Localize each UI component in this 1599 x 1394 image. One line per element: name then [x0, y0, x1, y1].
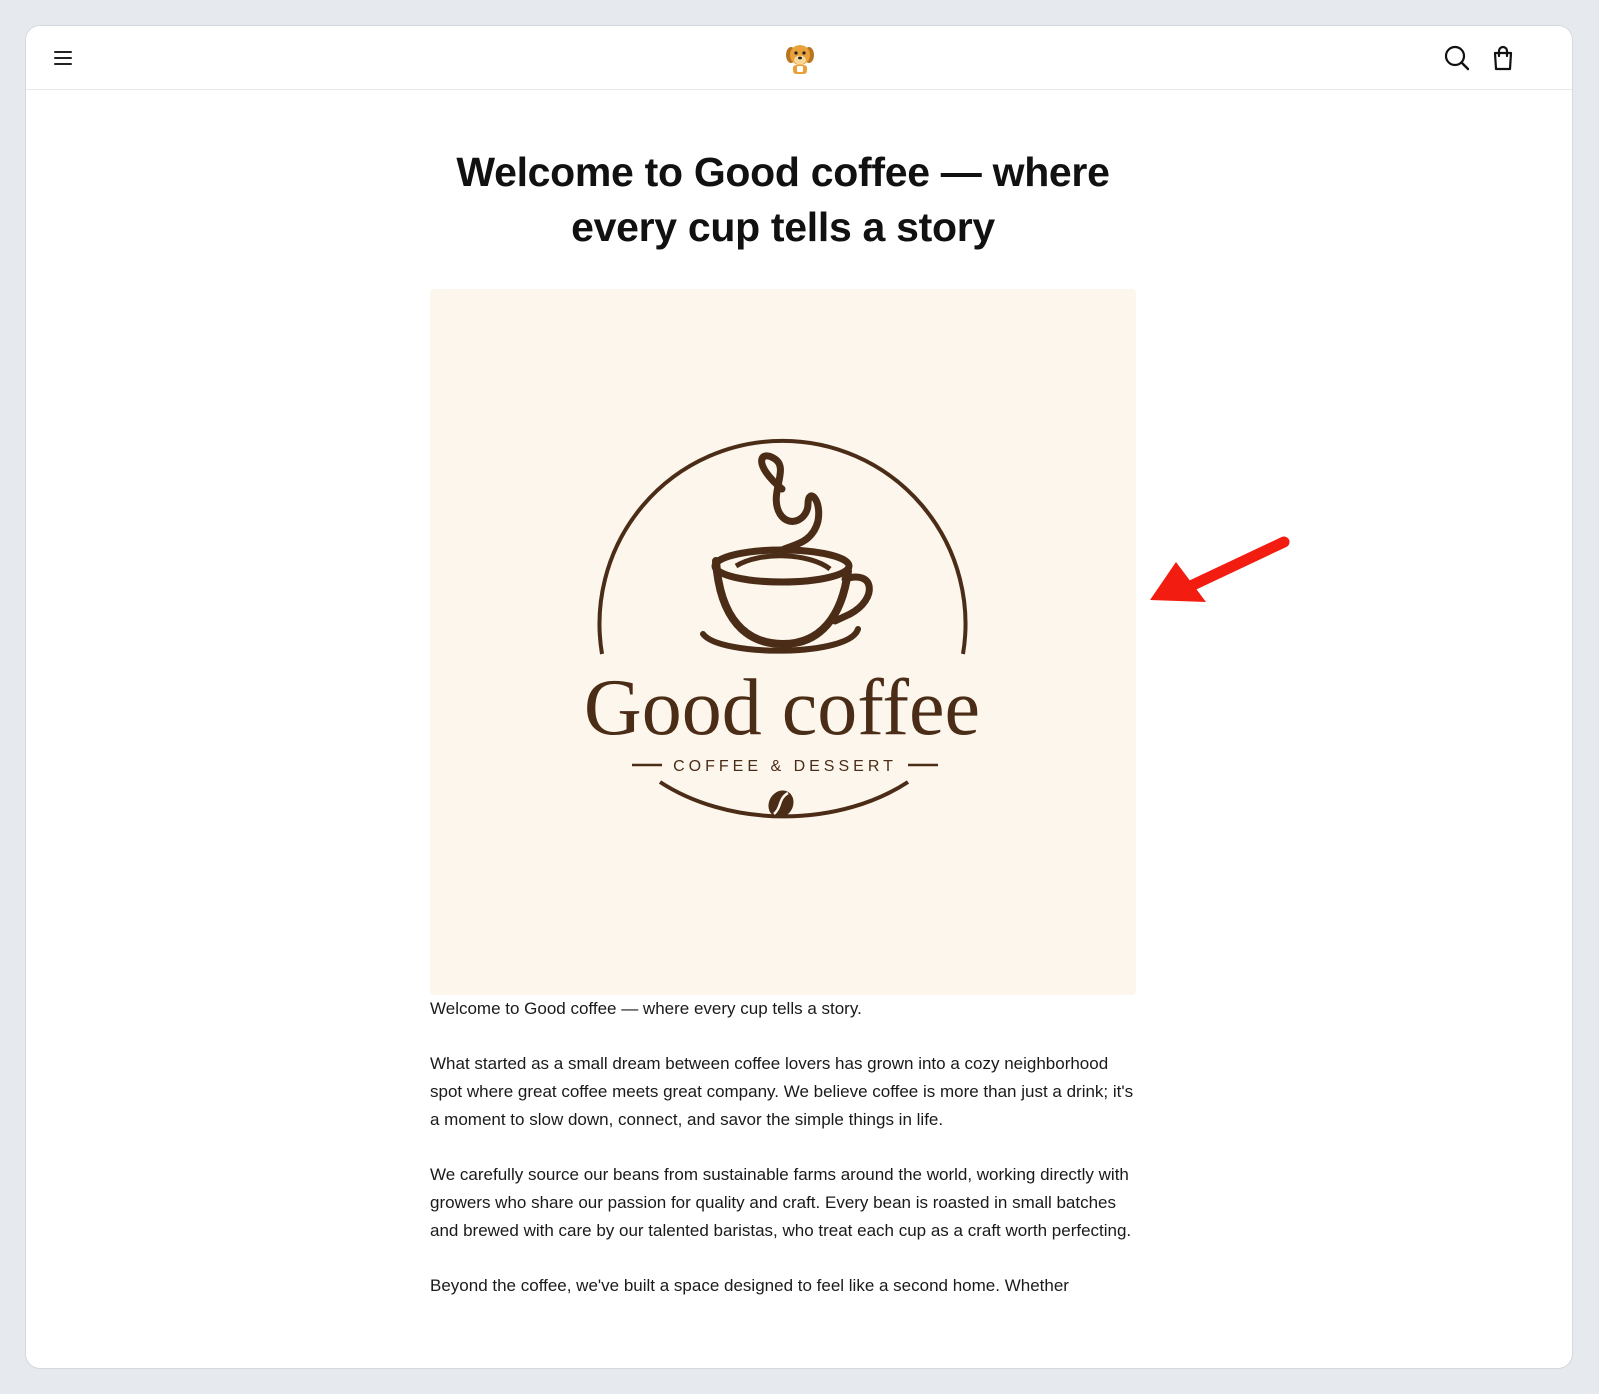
- article-body: Welcome to Good coffee — where every cup…: [430, 995, 1136, 1300]
- red-annotation-arrow-icon: [1150, 536, 1290, 602]
- hamburger-menu-icon[interactable]: [52, 48, 74, 68]
- dog-mascot-logo[interactable]: [779, 37, 821, 79]
- paragraph-space: Beyond the coffee, we've built a space d…: [430, 1276, 1069, 1295]
- hero-image: Good coffee COFFEE & DESSERT: [430, 289, 1136, 995]
- paragraph-intro: Welcome to Good coffee — where every cup…: [430, 999, 862, 1018]
- brand-name-text: Good coffee: [584, 664, 980, 752]
- site-header: [26, 26, 1572, 90]
- paragraph-story: What started as a small dream between co…: [430, 1054, 1134, 1129]
- tagline-text: COFFEE & DESSERT: [673, 758, 897, 775]
- main-content: Welcome to Good coffee — where every cup…: [430, 90, 1136, 1300]
- paragraph-sourcing: We carefully source our beans from susta…: [430, 1165, 1132, 1240]
- page-title: Welcome to Good coffee — where every cup…: [456, 149, 1110, 250]
- good-coffee-logo-image: Good coffee COFFEE & DESSERT: [584, 438, 980, 819]
- shopping-bag-icon[interactable]: [1487, 42, 1519, 74]
- search-icon[interactable]: [1441, 42, 1473, 74]
- browser-window: Welcome to Good coffee — where every cup…: [26, 26, 1572, 1368]
